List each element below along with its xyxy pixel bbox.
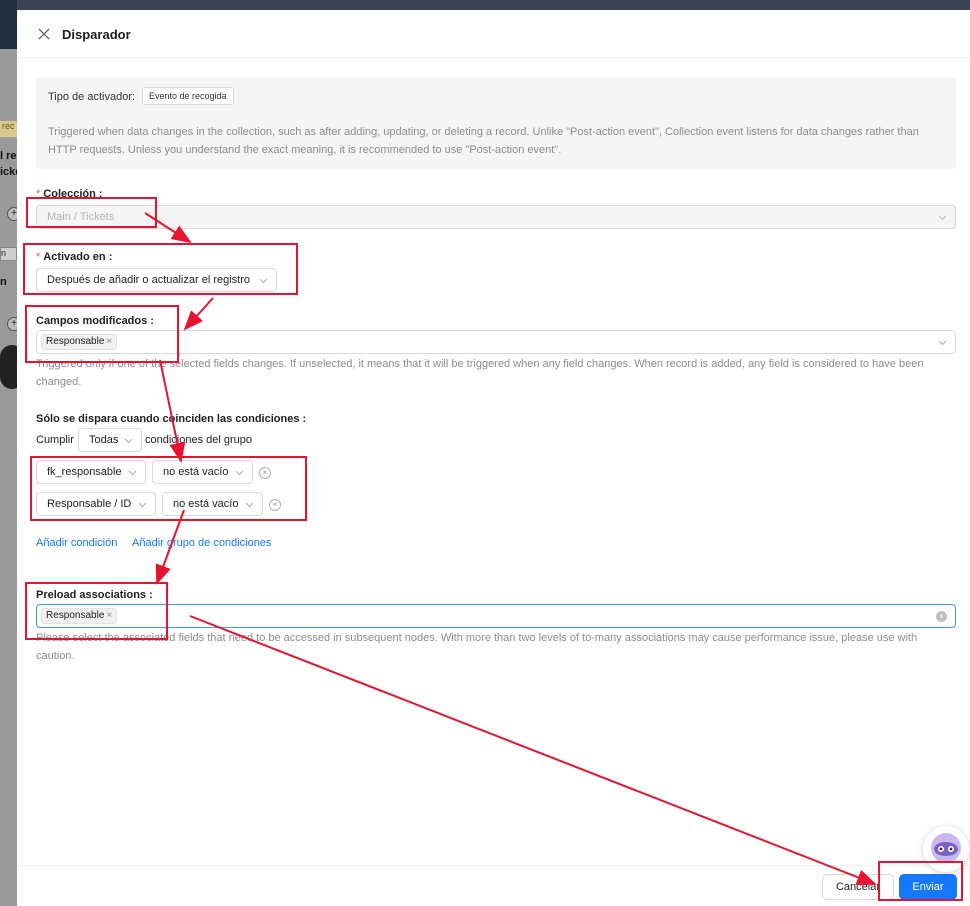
condition-field-select[interactable]: fk_responsable xyxy=(36,460,146,484)
chevron-down-icon xyxy=(245,500,254,509)
trigger-on-label-text: Activado en xyxy=(43,251,106,263)
chevron-down-icon xyxy=(124,436,133,445)
background-app: rec l re icke + n n + xyxy=(0,0,17,906)
background-chip: rec xyxy=(0,121,17,137)
preload-label-text: Preload associations xyxy=(36,589,147,601)
remove-condition-icon[interactable]: × xyxy=(259,467,271,479)
chevron-down-icon xyxy=(938,213,947,222)
preload-tag: Responsable × xyxy=(41,608,118,624)
background-text: l re xyxy=(0,150,17,162)
drawer-title: Disparador xyxy=(62,27,131,42)
background-add-icon: + xyxy=(7,317,17,331)
collection-label: * Colección : xyxy=(36,188,103,200)
add-condition-group-link[interactable]: Añadir grupo de condiciones xyxy=(132,537,271,549)
preload-select[interactable]: Responsable × × xyxy=(36,604,956,628)
trigger-drawer: Disparador Tipo de activador: Evento de … xyxy=(17,10,970,906)
assistant-bot-icon xyxy=(931,833,961,863)
conditions-mode-value: Todas xyxy=(89,434,119,446)
condition-operator-select[interactable]: no está vacío xyxy=(152,460,253,484)
close-icon[interactable] xyxy=(37,27,51,41)
clear-icon[interactable]: × xyxy=(936,611,947,622)
tag-remove-icon[interactable]: × xyxy=(106,336,112,347)
trigger-type-box: Tipo de activador: Evento de recogida Tr… xyxy=(36,77,956,169)
condition-operator-select[interactable]: no está vacío xyxy=(162,492,263,516)
preload-label: Preload associations : xyxy=(36,589,153,601)
required-mark: * xyxy=(36,251,41,263)
remove-condition-icon[interactable]: × xyxy=(269,499,281,511)
tag-label: Responsable xyxy=(46,610,105,621)
background-avatar xyxy=(0,345,17,389)
conditions-suffix: condiciones del grupo xyxy=(145,434,253,446)
background-topbar xyxy=(0,0,17,49)
chevron-down-icon xyxy=(128,468,137,477)
background-text: icke xyxy=(0,166,17,178)
assistant-avatar[interactable] xyxy=(923,826,969,872)
changed-fields-label-text: Campos modificados xyxy=(36,315,148,327)
conditions-label-text: Sólo se dispara cuando coinciden las con… xyxy=(36,413,300,425)
trigger-on-value: Después de añadir o actualizar el regist… xyxy=(47,274,251,286)
submit-button[interactable]: Enviar xyxy=(899,874,957,900)
collection-select[interactable]: Main / Tickets xyxy=(36,205,956,229)
collection-value: Main / Tickets xyxy=(47,211,115,223)
trigger-on-select[interactable]: Después de añadir o actualizar el regist… xyxy=(36,268,277,292)
window-top-bar xyxy=(0,0,970,10)
condition-operator-value: no está vacío xyxy=(163,466,229,478)
changed-fields-select[interactable]: Responsable × xyxy=(36,330,956,354)
condition-field-select[interactable]: Responsable / ID xyxy=(36,492,156,516)
tag-label: Responsable xyxy=(46,336,105,347)
conditions-mode-select[interactable]: Todas xyxy=(78,428,142,452)
drawer-header: Disparador xyxy=(17,10,970,58)
conditions-label: Sólo se dispara cuando coinciden las con… xyxy=(36,413,307,425)
chevron-down-icon xyxy=(235,468,244,477)
background-tag: n xyxy=(0,247,17,261)
trigger-type-tag: Evento de recogida xyxy=(142,87,234,105)
add-condition-link[interactable]: Añadir condición xyxy=(36,537,117,549)
trigger-type-label: Tipo de activador: xyxy=(48,91,136,103)
conditions-prefix: Cumplir xyxy=(36,434,74,446)
drawer-footer: Cancelar Enviar xyxy=(17,865,970,906)
condition-field-value: fk_responsable xyxy=(47,466,122,478)
collection-label-text: Colección xyxy=(43,188,96,200)
chevron-down-icon xyxy=(259,276,268,285)
background-text: n xyxy=(0,276,7,288)
required-mark: * xyxy=(36,188,41,200)
tag-remove-icon[interactable]: × xyxy=(106,610,112,621)
preload-help: Please select the associated fields that… xyxy=(36,632,918,662)
condition-field-value: Responsable / ID xyxy=(47,498,132,510)
chevron-down-icon xyxy=(138,500,147,509)
changed-fields-help: Triggered only if one of the selected fi… xyxy=(36,358,924,388)
background-add-icon: + xyxy=(7,207,17,221)
trigger-on-label: * Activado en : xyxy=(36,251,113,263)
trigger-type-description: Triggered when data changes in the colle… xyxy=(48,126,919,156)
condition-operator-value: no está vacío xyxy=(173,498,239,510)
chevron-down-icon xyxy=(938,338,947,347)
changed-field-tag: Responsable × xyxy=(41,334,118,350)
cancel-button[interactable]: Cancelar xyxy=(822,874,894,900)
changed-fields-label: Campos modificados : xyxy=(36,315,154,327)
